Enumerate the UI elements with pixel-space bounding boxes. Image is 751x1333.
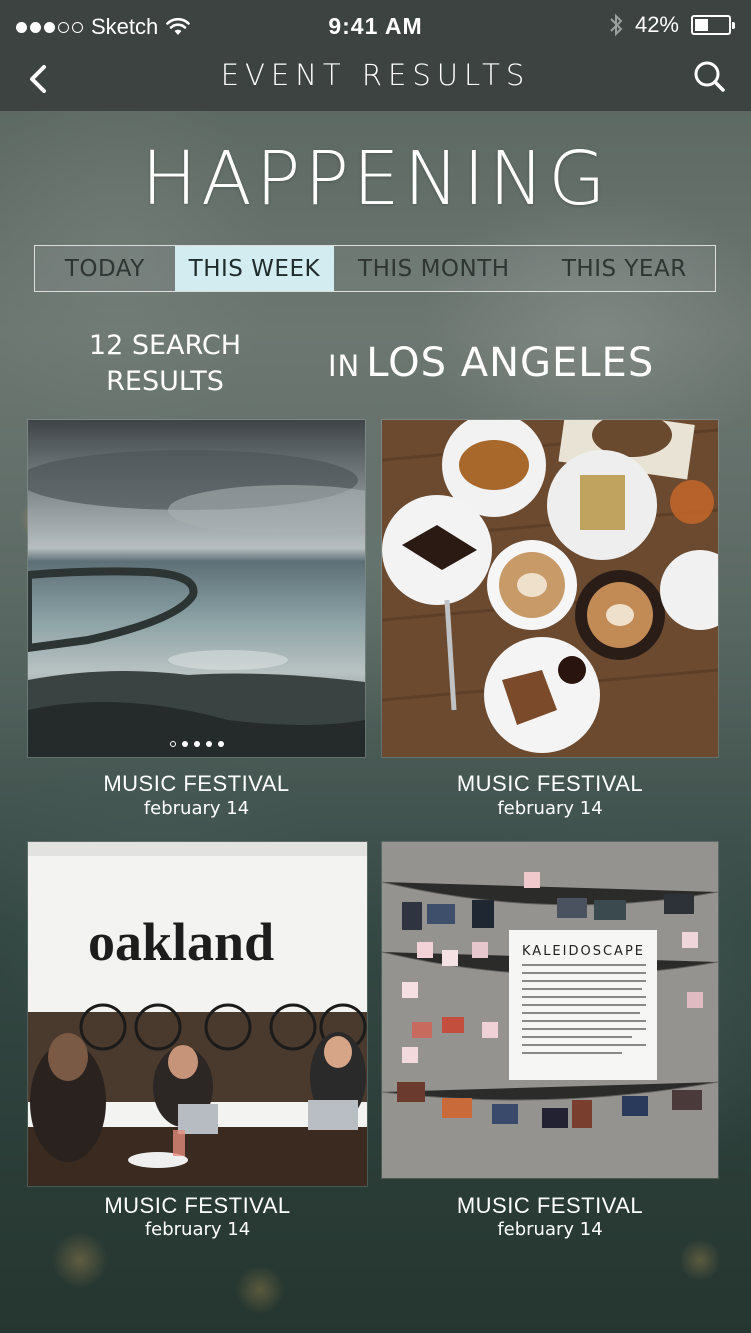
location-prefix: IN bbox=[328, 349, 361, 383]
bluetooth-icon bbox=[610, 13, 623, 37]
event-name: MUSIC FESTIVAL bbox=[104, 1193, 291, 1218]
event-photo-kaleidoscape: KALEIDOSCAPE bbox=[382, 842, 718, 1178]
event-date: february 14 bbox=[497, 798, 603, 819]
event-card[interactable]: MUSIC FESTIVAL february 14 bbox=[28, 420, 365, 820]
search-icon bbox=[694, 61, 725, 92]
event-card[interactable]: MUSIC FESTIVAL february 14 bbox=[382, 420, 718, 820]
event-name: MUSIC FESTIVAL bbox=[103, 771, 290, 796]
page-title: EVENT RESULTS bbox=[220, 58, 531, 92]
tab-this-year[interactable]: THIS YEAR bbox=[534, 246, 715, 291]
navigation-bar: EVENT RESULTS bbox=[0, 54, 751, 111]
event-date: february 14 bbox=[144, 1219, 251, 1240]
tab-today[interactable]: TODAY bbox=[35, 246, 175, 291]
battery-percent: 42% bbox=[634, 12, 679, 37]
time-filter-tabs: TODAY THIS WEEK THIS MONTH THIS YEAR bbox=[34, 245, 716, 292]
event-card[interactable]: KALEIDOSCAPE MUSIC FESTIVAL february 14 bbox=[382, 842, 718, 1242]
event-photo-oakland: oakland bbox=[28, 842, 367, 1186]
results-count-line2: RESULTS bbox=[106, 366, 224, 397]
results-count-line1: 12 SEARCH bbox=[88, 330, 242, 361]
oakland-sign-text: oakland bbox=[88, 912, 274, 972]
battery-status: 42% bbox=[609, 12, 735, 38]
tab-this-month[interactable]: THIS MONTH bbox=[334, 246, 533, 291]
search-button[interactable] bbox=[693, 59, 727, 95]
event-name: MUSIC FESTIVAL bbox=[456, 1193, 644, 1218]
event-card[interactable]: oakland MUSIC FESTIVAL february 14 bbox=[28, 842, 367, 1242]
event-photo-coffee bbox=[382, 420, 718, 757]
status-bar: Sketch 9:41 AM 42% bbox=[0, 0, 751, 54]
tab-this-week[interactable]: THIS WEEK bbox=[174, 246, 335, 291]
results-location: IN LOS ANGELES bbox=[328, 340, 654, 386]
photo-pager[interactable] bbox=[28, 741, 365, 747]
event-date: february 14 bbox=[497, 1219, 603, 1240]
event-date: february 14 bbox=[143, 798, 250, 819]
results-count: 12 SEARCH RESULTS bbox=[70, 328, 260, 400]
event-photo-seascape bbox=[28, 420, 365, 757]
location-name: LOS ANGELES bbox=[366, 340, 655, 386]
kaleidoscape-sign-text: KALEIDOSCAPE bbox=[522, 944, 645, 959]
event-name: MUSIC FESTIVAL bbox=[456, 771, 644, 796]
headline: HAPPENING bbox=[141, 136, 610, 222]
battery-icon bbox=[691, 15, 735, 35]
top-bar: Sketch 9:41 AM 42% EVENT RESULTS bbox=[0, 0, 751, 111]
